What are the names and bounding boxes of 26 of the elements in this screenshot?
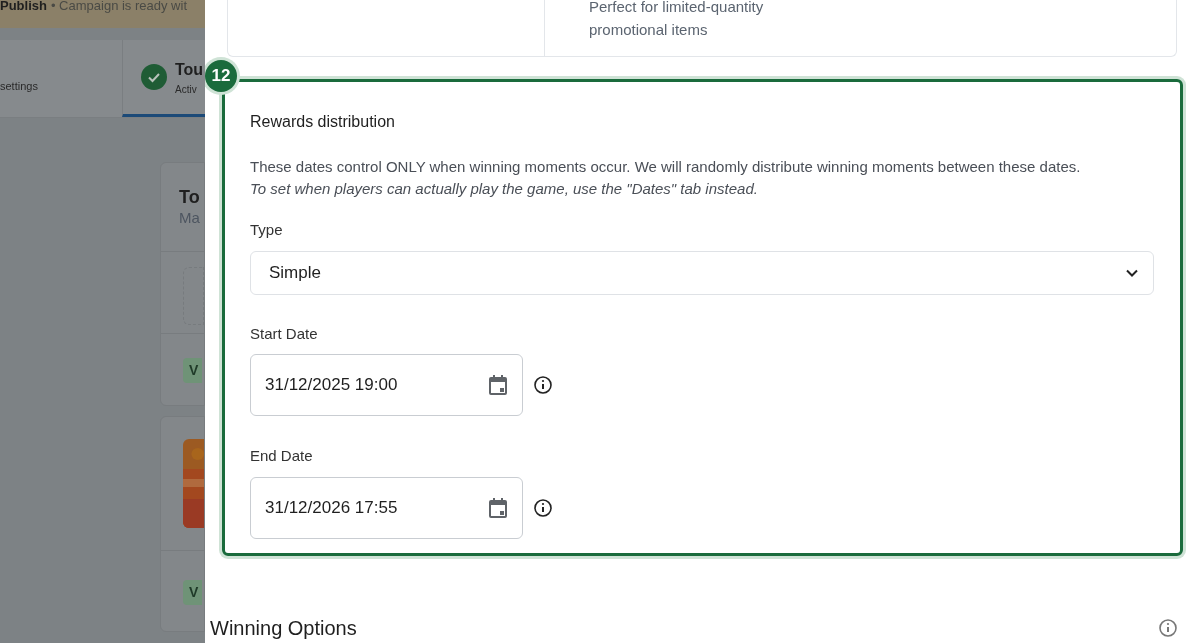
- info-icon[interactable]: [533, 375, 553, 395]
- tab-title: Tou: [175, 59, 204, 80]
- type-select[interactable]: Simple: [250, 250, 1154, 295]
- banner-title: Publish: [0, 0, 47, 12]
- section-note: To set when players can actually play the game, use the "Dates" tab instead.: [250, 179, 759, 199]
- tab-title: settings: [0, 79, 38, 95]
- section-title: Winning Options: [210, 616, 357, 641]
- section-title: Rewards distribution: [250, 112, 396, 132]
- banner-message: • Campaign is ready wit: [50, 0, 187, 12]
- status-tag: V: [183, 358, 203, 383]
- field-label: Type: [250, 220, 284, 240]
- calendar-icon[interactable]: [486, 495, 510, 520]
- check-icon: [141, 64, 167, 90]
- field-label: End Date: [250, 446, 314, 466]
- option-description: Perfect for limited-quantity promotional items: [588, 0, 765, 40]
- status-tag: V: [183, 580, 203, 605]
- card-title: To: [179, 187, 201, 207]
- step-tab[interactable]: settings: [0, 40, 122, 117]
- step-badge: 12: [205, 60, 237, 92]
- tab-subtitle: Activ: [175, 82, 198, 97]
- section-description: These dates control ONLY when winning moments occur. We will randomly distribute winning moments between these dates.: [250, 157, 1082, 177]
- date-field[interactable]: 31/12/2025 19:00: [250, 354, 523, 416]
- date-field[interactable]: 31/12/2026 17:55: [250, 476, 523, 539]
- field-label: Start Date: [250, 323, 319, 344]
- calendar-icon[interactable]: [486, 373, 510, 397]
- info-icon[interactable]: [533, 497, 553, 518]
